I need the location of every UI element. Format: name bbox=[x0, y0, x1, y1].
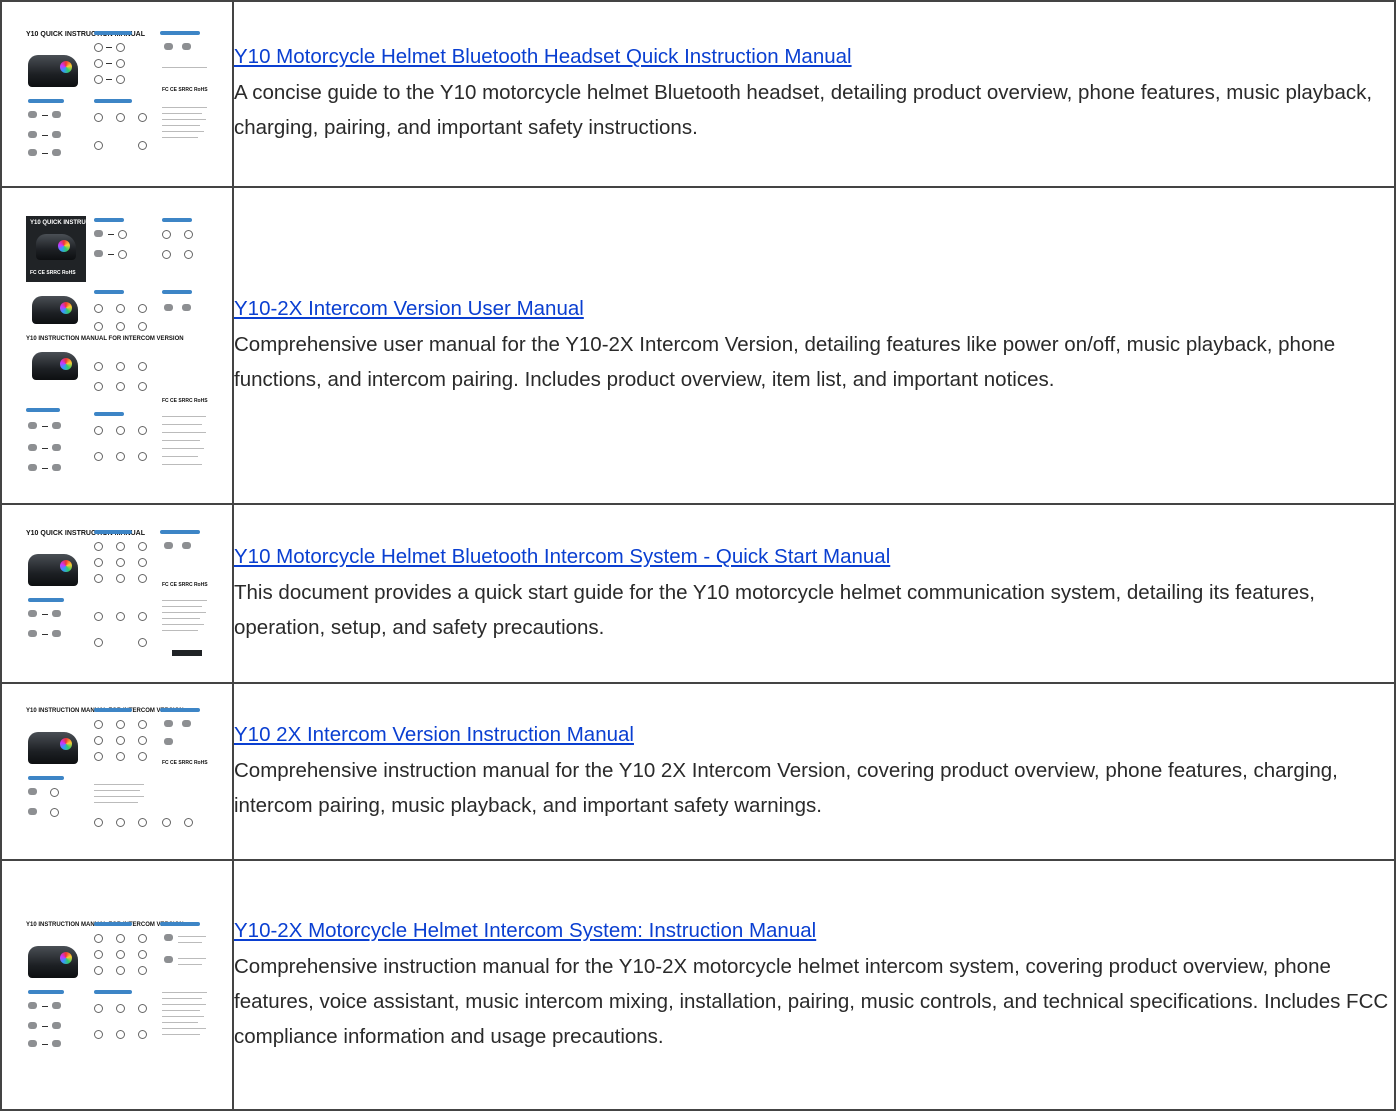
manual-thumbnail[interactable]: Y10 INSTRUCTION MANUAL FOR INTERCOM VERS… bbox=[22, 917, 212, 1053]
thumbnail-cell: Y10 QUICK INSTRUCTION MANUAL FC CE SRRC … bbox=[0, 503, 234, 684]
result-text-cell: Y10 Motorcycle Helmet Bluetooth Headset … bbox=[232, 0, 1396, 188]
compliance-marks: FC CE SRRC RoHS bbox=[162, 760, 208, 766]
manual-description: Comprehensive instruction manual for the… bbox=[234, 758, 1338, 817]
result-text-cell: Y10-2X Intercom Version User Manual Comp… bbox=[232, 186, 1396, 505]
manual-description: A concise guide to the Y10 motorcycle he… bbox=[234, 81, 1373, 139]
manual-title-link[interactable]: Y10 2X Intercom Version Instruction Manu… bbox=[234, 721, 634, 749]
headset-image bbox=[28, 945, 78, 978]
headset-image bbox=[28, 54, 78, 87]
headset-image bbox=[36, 234, 76, 260]
manual-thumbnail[interactable]: Y10 INSTRUCTION MANUAL FOR INTERCOM VERS… bbox=[22, 704, 212, 839]
table-row: Y10 INSTRUCTION MANUAL FOR INTERCOM VERS… bbox=[0, 682, 1396, 861]
table-row: Y10 QUICK INSTRUCTION MANUAL FC CE SRRC … bbox=[0, 503, 1396, 684]
thumbnail-cell: Y10 INSTRUCTION MANUAL FOR INTERCOM VERS… bbox=[0, 859, 234, 1111]
compliance-marks: FC CE SRRC RoHS bbox=[162, 398, 208, 404]
compliance-marks: FC CE SRRC RoHS bbox=[30, 270, 76, 276]
compliance-marks: FC CE SRRC RoHS bbox=[162, 86, 208, 93]
thumbnail-cell: Y10 QUICK INSTRUCTION MANUAL FC CE SRRC … bbox=[0, 186, 234, 505]
thumbnail-cell: Y10 INSTRUCTION MANUAL FOR INTERCOM VERS… bbox=[0, 682, 234, 861]
compliance-marks: FC CE SRRC RoHS bbox=[162, 582, 208, 588]
thumbnail-heading: Y10 INSTRUCTION MANUAL FOR INTERCOM VERS… bbox=[26, 336, 184, 342]
result-text-cell: Y10 Motorcycle Helmet Bluetooth Intercom… bbox=[232, 503, 1396, 684]
manual-description: This document provides a quick start gui… bbox=[234, 580, 1315, 639]
manual-description: Comprehensive instruction manual for the… bbox=[234, 954, 1389, 1048]
manual-title-link[interactable]: Y10-2X Intercom Version User Manual bbox=[234, 295, 584, 323]
manual-thumbnail[interactable]: Y10 QUICK INSTRUCTION MANUAL FC CE SRRC … bbox=[22, 526, 212, 661]
manual-title-link[interactable]: Y10 Motorcycle Helmet Bluetooth Headset … bbox=[234, 43, 852, 71]
manual-thumbnail[interactable]: Y10 QUICK INSTRUCTION MANUAL FC CE SRRC … bbox=[22, 26, 212, 162]
result-text-cell: Y10-2X Motorcycle Helmet Intercom System… bbox=[232, 859, 1396, 1111]
manual-results-table: Y10 QUICK INSTRUCTION MANUAL FC CE SRRC … bbox=[0, 0, 1396, 1111]
headset-image bbox=[28, 732, 78, 764]
manual-description: Comprehensive user manual for the Y10-2X… bbox=[234, 332, 1336, 391]
manual-title-link[interactable]: Y10 Motorcycle Helmet Bluetooth Intercom… bbox=[234, 543, 890, 571]
manual-thumbnail[interactable]: Y10 QUICK INSTRUCTION MANUAL FC CE SRRC … bbox=[22, 212, 212, 479]
headset-image bbox=[28, 554, 78, 586]
table-row: Y10 QUICK INSTRUCTION MANUAL FC CE SRRC … bbox=[0, 0, 1396, 188]
manual-title-link[interactable]: Y10-2X Motorcycle Helmet Intercom System… bbox=[234, 917, 816, 945]
table-row: Y10 INSTRUCTION MANUAL FOR INTERCOM VERS… bbox=[0, 859, 1396, 1111]
result-text-cell: Y10 2X Intercom Version Instruction Manu… bbox=[232, 682, 1396, 861]
thumbnail-cell: Y10 QUICK INSTRUCTION MANUAL FC CE SRRC … bbox=[0, 0, 234, 188]
table-row: Y10 QUICK INSTRUCTION MANUAL FC CE SRRC … bbox=[0, 186, 1396, 505]
